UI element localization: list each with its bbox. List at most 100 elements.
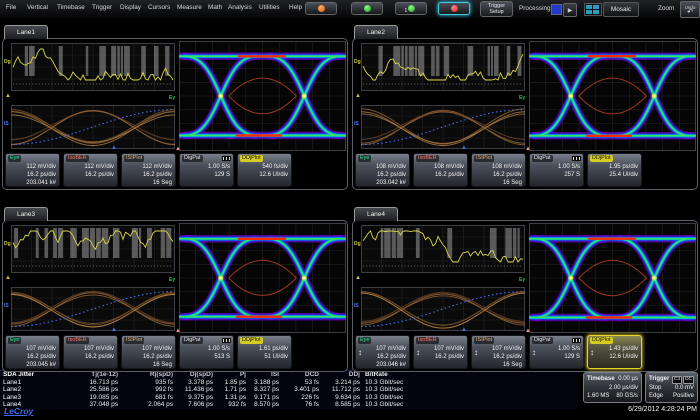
eye-position-marker-icon[interactable] (175, 146, 181, 152)
ddjplot-descriptor[interactable]: DDjPlot 1.95 ps/div 25.4 UI/div (587, 153, 642, 187)
menu-cursors[interactable]: Cursors (148, 4, 170, 11)
trigger-setup-button[interactable]: Trigger Setup (480, 1, 513, 17)
isober-descriptor[interactable]: IsoBER 112 mV/div 16.2 ps/div (63, 153, 118, 187)
descriptor-label: IsoBER (66, 337, 89, 344)
eye-descriptor[interactable]: Eye 108 mV/div 16.2 ps/div 203.042 k# (355, 153, 410, 187)
eye-diagram-plot[interactable] (179, 41, 346, 151)
digpat-trace-label: Dg (354, 59, 361, 65)
updown-arrow-icon[interactable] (416, 348, 420, 357)
isi-plot[interactable] (361, 287, 525, 331)
zoom-label[interactable]: Zoom (658, 5, 674, 12)
jitter-table-header: SDA Jitter Tj(1e-12) Rj(spD) Dj(spD) Pj … (0, 371, 578, 379)
scope-button-3[interactable] (395, 2, 427, 15)
updown-arrow-icon[interactable] (474, 348, 478, 357)
eye-position-marker-icon[interactable] (525, 146, 531, 152)
menu-help[interactable]: Help (289, 4, 302, 11)
digpat-plot[interactable] (11, 43, 175, 91)
menu-trigger[interactable]: Trigger (92, 4, 112, 11)
digpat-plot[interactable] (361, 225, 525, 273)
menu-utilities[interactable]: Utilities (259, 4, 280, 11)
isi-plot[interactable] (11, 287, 175, 331)
eye-trace-label: Ey (169, 95, 175, 101)
menu-vertical[interactable]: Vertical (27, 4, 48, 11)
eye-diagram-plot[interactable] (529, 41, 696, 151)
digpat-descriptor[interactable]: DigPat 1.00 S/s 129 S (179, 153, 234, 187)
descriptor-label: DDjPlot (240, 155, 263, 162)
digpat-plot[interactable] (361, 43, 525, 91)
descriptor-line: 513 S (214, 353, 230, 361)
descriptor-label: DDjPlot (240, 337, 263, 344)
digpat-plot[interactable] (11, 225, 175, 273)
eye-descriptor[interactable]: Eye 112 mV/div 16.2 ps/div 203.041 k# (5, 153, 60, 187)
digpat-descriptor[interactable]: DigPat 1.00 S/s 257 S (529, 153, 584, 187)
eye-diagram-plot[interactable] (529, 223, 696, 333)
tab-lane4[interactable]: Lane4 (354, 207, 398, 221)
time-position-marker-icon[interactable] (461, 145, 467, 151)
descriptor-label: Eye (358, 155, 371, 162)
ddjplot-descriptor-selected[interactable]: DDjPlot 1.43 ps/div 12.6 UI/div (587, 335, 642, 369)
isober-descriptor[interactable]: IsoBER 108 mV/div 16.2 ps/div (413, 153, 468, 187)
mosaic-grid-icon[interactable] (584, 3, 602, 16)
trigger-panel[interactable]: Trigger C3DC Stop 0.0 mV Edge Positive (645, 372, 698, 403)
jitter-header-cell: SDA Jitter (0, 371, 54, 379)
menu-file[interactable]: File (6, 4, 16, 11)
menu-display[interactable]: Display (120, 4, 141, 11)
orange-scope-icon (318, 5, 325, 12)
eye-descriptor[interactable]: Eye 107 mV/div 16.2 ps/div 203.046 k# (355, 335, 410, 369)
time-position-marker-icon[interactable] (111, 327, 117, 333)
eye-position-marker-icon[interactable] (175, 328, 181, 334)
jitter-cell: 10.3 Gbit/sec (360, 379, 578, 387)
trigger-level-marker-icon[interactable] (5, 93, 11, 99)
isi-plot[interactable] (11, 105, 175, 149)
tab-lane1[interactable]: Lane1 (4, 25, 48, 39)
eye-diagram-plot[interactable] (179, 223, 346, 333)
isiplot-descriptor[interactable]: ISIPlot 107 mV/div 16.2 ps/div 16 Seg (471, 335, 526, 369)
scope-button-4[interactable] (438, 2, 470, 15)
isober-descriptor[interactable]: IsoBER 107 mV/div 16.2 ps/div (413, 335, 468, 369)
processing-status-icon[interactable] (551, 4, 562, 15)
descriptor-line: 12.6 UI/div (609, 353, 638, 361)
jitter-cell: 9.634 ps (319, 394, 360, 402)
descriptor-line: 107 mV/div (142, 345, 172, 353)
updown-arrow-icon[interactable] (590, 348, 594, 357)
updown-arrow-icon[interactable] (532, 348, 536, 357)
menu-measure[interactable]: Measure (177, 4, 202, 11)
eye-position-marker-icon[interactable] (525, 328, 531, 334)
descriptor-label: DigPat (182, 155, 203, 162)
scope-button-1[interactable] (305, 2, 337, 15)
menu-timebase[interactable]: Timebase (57, 4, 85, 11)
digpat-descriptor[interactable]: DigPat 1.00 S/s 129 S (529, 335, 584, 369)
digpat-descriptor[interactable]: DigPat 1.00 S/s 513 S (179, 335, 234, 369)
isiplot-descriptor[interactable]: ISIPlot 108 mV/div 16.2 ps/div 16 Seg (471, 153, 526, 187)
descriptor-line: 12.6 UI/div (259, 171, 288, 179)
tab-lane2[interactable]: Lane2 (354, 25, 398, 39)
jitter-cell: 53 fs (279, 379, 319, 387)
menu-analysis[interactable]: Analysis (228, 4, 252, 11)
ddjplot-descriptor[interactable]: DDjPlot 1.61 ps/div 51 UI/div (237, 335, 292, 369)
trigger-level-marker-icon[interactable] (355, 93, 361, 99)
eye-descriptor[interactable]: Eye 107 mV/div 16.2 ps/div 203.045 k# (5, 335, 60, 369)
isober-descriptor[interactable]: IsoBER 107 mV/div 16.2 ps/div (63, 335, 118, 369)
descriptor-line: 108 mV/div (492, 163, 522, 171)
jitter-cell: 16.713 ps (54, 379, 118, 387)
trigger-level-marker-icon[interactable] (5, 275, 11, 281)
isi-plot[interactable] (361, 105, 525, 149)
trigger-level-marker-icon[interactable] (355, 275, 361, 281)
time-position-marker-icon[interactable] (111, 145, 117, 151)
undo-button[interactable]: Undo (680, 1, 700, 18)
mosaic-button[interactable]: Mosaic (603, 2, 639, 17)
tab-lane3[interactable]: Lane3 (4, 207, 48, 221)
descriptor-line: 16.2 ps/div (85, 171, 114, 179)
processing-play-button[interactable] (563, 3, 577, 17)
timebase-panel[interactable]: Timebase 0.00 µs 2.00 µs/div 1.60 MS 80 … (583, 372, 642, 403)
menu-math[interactable]: Math (208, 4, 222, 11)
eye-trace-label: Ey (519, 95, 525, 101)
updown-arrow-icon[interactable] (358, 348, 362, 357)
ddjplot-descriptor[interactable]: DDjPlot 540 fs/div 12.6 UI/div (237, 153, 292, 187)
isiplot-descriptor[interactable]: ISIPlot 112 mV/div 16.2 ps/div 16 Seg (121, 153, 176, 187)
scope-button-2[interactable] (351, 2, 383, 15)
jitter-header-cell: Rj(spD) (118, 371, 173, 379)
green-scope-1-icon (408, 5, 415, 12)
isiplot-descriptor[interactable]: ISIPlot 107 mV/div 16.2 ps/div 16 Seg (121, 335, 176, 369)
time-position-marker-icon[interactable] (461, 327, 467, 333)
